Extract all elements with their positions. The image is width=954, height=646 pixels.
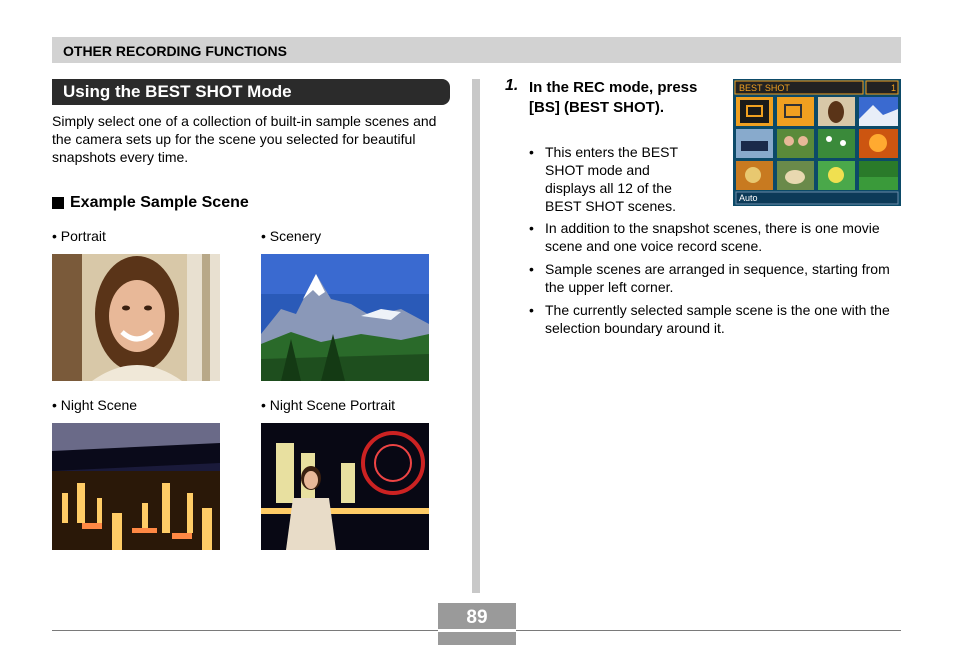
lcd-mode-label: Auto: [739, 193, 758, 203]
column-divider: [472, 79, 480, 593]
bullet-dot: •: [529, 144, 534, 160]
caption-scenery: • Scenery: [261, 228, 322, 244]
caption-night-scene: • Night Scene: [52, 397, 138, 413]
step-number: 1.: [505, 77, 519, 94]
lcd-title: BEST SHOT: [739, 83, 790, 93]
bullet-dot: •: [529, 261, 534, 277]
intro-paragraph: Simply select one of a collection of bui…: [52, 113, 437, 165]
scenery-photo: [261, 254, 429, 381]
step-bullet: • In addition to the snapshot scenes, th…: [529, 219, 901, 255]
bullet-text: This enters the BEST SHOT mode and displ…: [545, 144, 678, 214]
section-title: Using the BEST SHOT Mode: [63, 82, 292, 101]
bullet-dot: •: [529, 302, 534, 318]
page-number: 89: [466, 607, 488, 628]
caption-night-scene-portrait: • Night Scene Portrait: [261, 397, 396, 413]
bullet-text: Sample scenes are arranged in sequence, …: [545, 261, 890, 295]
caption-portrait: • Portrait: [52, 228, 106, 244]
night-scene-photo: [52, 423, 220, 550]
camera-lcd-screen: BEST SHOT 1 Auto: [733, 79, 901, 206]
step-bullet: • This enters the BEST SHOT mode and dis…: [529, 143, 694, 215]
square-bullet-icon: [52, 197, 64, 209]
lcd-counter: 1: [891, 83, 896, 93]
bullet-text: In addition to the snapshot scenes, ther…: [545, 220, 880, 254]
step-bullet: • The currently selected sample scene is…: [529, 301, 901, 337]
night-scene-portrait-photo: [261, 423, 429, 550]
bullet-text: The currently selected sample scene is t…: [545, 302, 890, 336]
step-instruction: In the REC mode, press [BS] (BEST SHOT).: [529, 79, 698, 116]
page-number-box: 89: [438, 603, 516, 645]
bullet-dot: •: [529, 220, 534, 236]
header-bar: OTHER RECORDING FUNCTIONS: [52, 37, 901, 63]
section-title-bar: Using the BEST SHOT Mode: [52, 79, 450, 105]
example-heading: Example Sample Scene: [52, 194, 249, 212]
step-bullet: • Sample scenes are arranged in sequence…: [529, 260, 901, 296]
header-title: OTHER RECORDING FUNCTIONS: [63, 43, 287, 59]
portrait-photo: [52, 254, 220, 381]
example-heading-text: Example Sample Scene: [70, 194, 249, 211]
